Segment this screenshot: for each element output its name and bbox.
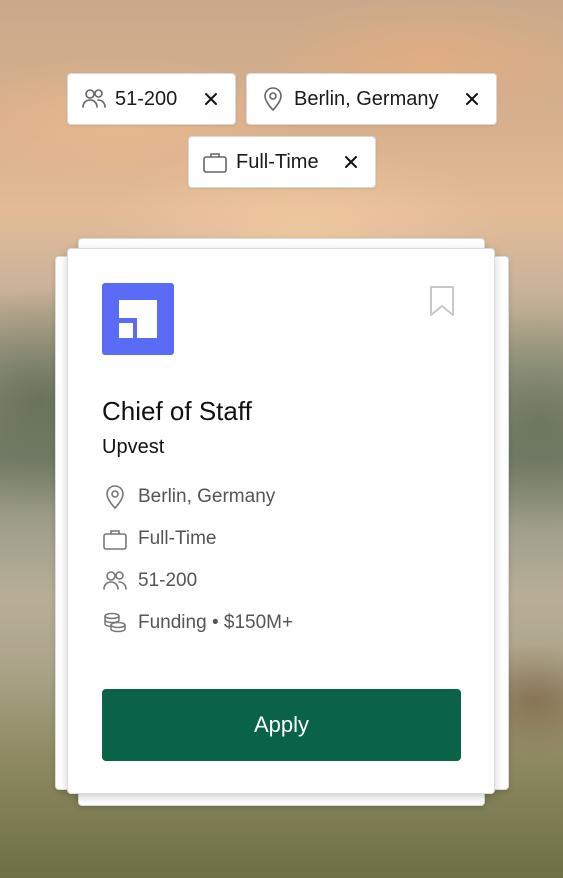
filter-chip-company-size[interactable]: 51-200 — [67, 73, 236, 125]
filter-chip-label: 51-200 — [115, 87, 178, 110]
company-name: Upvest — [102, 436, 165, 458]
meta-location-text: Berlin, Germany — [138, 486, 276, 507]
filter-chip-label: Berlin, Germany — [294, 87, 439, 110]
filter-chip-location[interactable]: Berlin, Germany — [246, 73, 497, 125]
company-logo — [102, 283, 174, 355]
job-title: Chief of Staff — [102, 396, 252, 426]
apply-button[interactable]: Apply — [102, 689, 461, 761]
close-icon[interactable] — [340, 151, 362, 173]
meta-funding: Funding • $150M+ — [102, 609, 293, 637]
filter-chip-employment-type[interactable]: Full-Time — [188, 136, 376, 188]
close-icon[interactable] — [200, 88, 222, 110]
meta-company-size: 51-200 — [102, 567, 197, 595]
people-icon — [81, 86, 107, 112]
close-icon[interactable] — [461, 88, 483, 110]
coins-icon — [102, 610, 128, 636]
people-icon — [102, 568, 128, 594]
filter-chip-label: Full-Time — [236, 150, 319, 173]
meta-location: Berlin, Germany — [102, 483, 275, 511]
location-pin-icon — [102, 484, 128, 510]
briefcase-icon — [102, 526, 128, 552]
bookmark-icon[interactable] — [429, 285, 455, 317]
job-card[interactable]: Chief of Staff Upvest Berlin, Germany Fu… — [67, 248, 495, 794]
meta-funding-text: Funding • $150M+ — [138, 612, 294, 633]
meta-employment-text: Full-Time — [138, 528, 217, 549]
location-pin-icon — [260, 86, 286, 112]
meta-employment-type: Full-Time — [102, 525, 216, 553]
briefcase-icon — [202, 149, 228, 175]
meta-company-size-text: 51-200 — [138, 570, 198, 591]
